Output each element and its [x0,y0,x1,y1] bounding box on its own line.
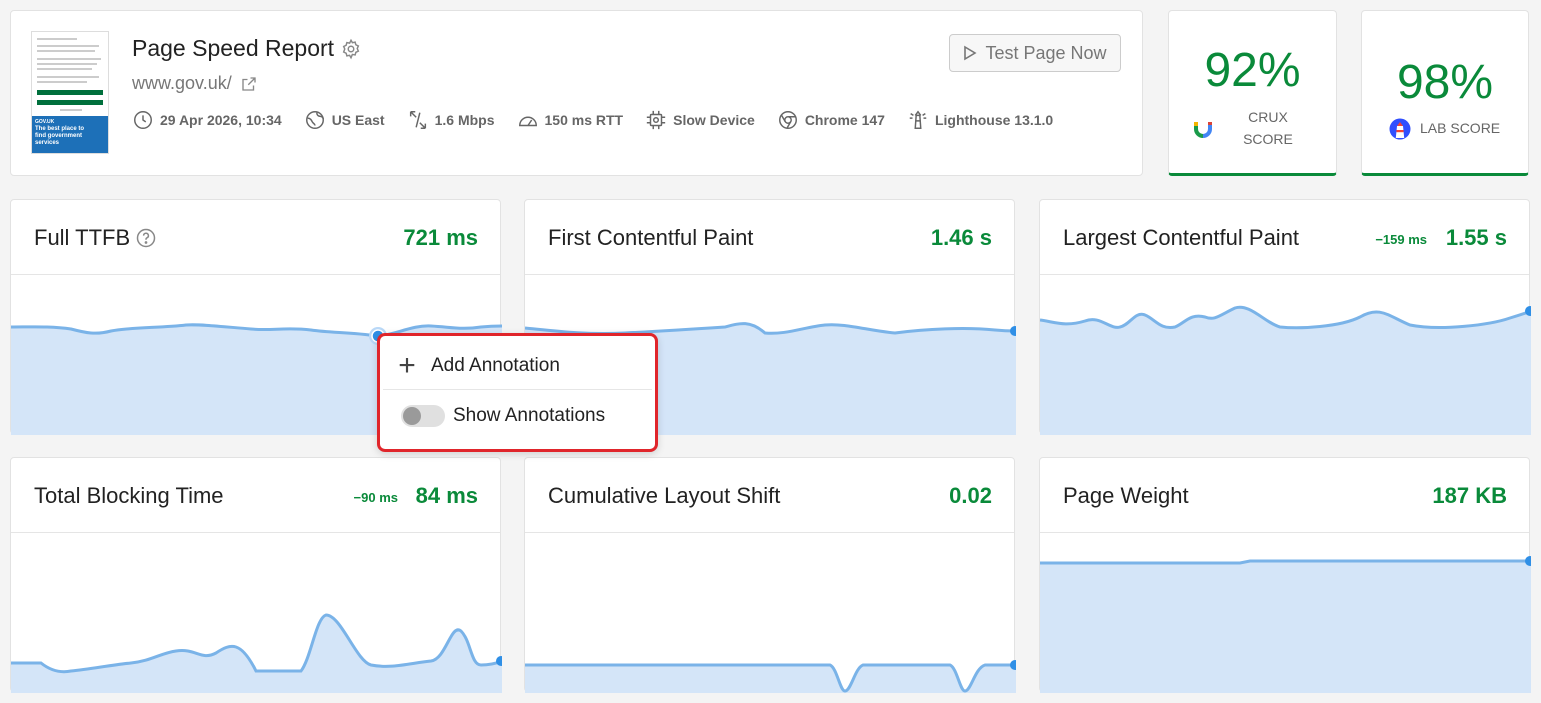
meta-date: 29 Apr 2026, 10:34 [132,109,282,131]
metric-value: 84 ms [415,483,478,508]
crux-score-label: CRUX SCORE [1243,109,1293,147]
gear-icon[interactable] [340,38,362,60]
show-annotations-menu-item[interactable]: Show Annotations [383,392,652,439]
clock-icon [134,111,152,129]
metric-value: 187 KB [1432,483,1507,508]
metric-card-lcp[interactable]: Largest Contentful Paint −159 ms 1.55 s [1039,199,1531,435]
plus-icon: + [398,349,416,382]
meta-location: US East [304,109,385,131]
thumbnail-headline: The best place to find government servic… [35,126,85,146]
page-url-text[interactable]: www.gov.uk/ [132,73,232,94]
cpu-icon [646,110,666,130]
crux-score-card[interactable]: 92% CRUX SCORE [1168,10,1337,176]
lighthouse-icon [909,110,927,129]
metric-delta: −90 ms [353,490,398,505]
lcp-chart[interactable] [1040,275,1531,435]
bandwidth-icon [409,111,426,129]
page-title-text: Page Speed Report [132,35,335,61]
cls-chart[interactable] [525,533,1016,693]
page-weight-chart[interactable] [1040,533,1531,693]
chart-context-menu: + Add Annotation Show Annotations [377,333,658,452]
metric-title: First Contentful Paint [548,225,754,250]
show-annotations-toggle[interactable] [401,404,445,427]
globe-icon [305,111,324,129]
metric-title: Cumulative Layout Shift [548,483,781,508]
thumbnail-logo: GOV.UK [35,119,55,125]
tbt-chart[interactable] [11,533,502,693]
lab-score-value: 98% [1396,56,1494,109]
metric-value: 1.55 s [1445,225,1507,250]
crux-score-value: 92% [1204,44,1301,97]
gauge-icon [518,116,537,127]
metric-value: 1.46 s [930,225,992,250]
lab-score-label: LAB SCORE [1420,120,1501,136]
metric-title: Total Blocking Time [34,483,224,508]
play-icon [964,45,978,61]
add-annotation-menu-item[interactable]: + Add Annotation [383,343,652,390]
help-icon[interactable] [136,228,156,248]
meta-device: Slow Device [645,109,755,131]
metric-value: 721 ms [403,225,478,250]
metric-card-tbt[interactable]: Total Blocking Time −90 ms 84 ms [10,457,502,693]
meta-browser: Chrome 147 [777,109,885,131]
external-link-icon[interactable] [240,75,258,93]
test-page-now-button[interactable]: Test Page Now [949,34,1121,72]
lab-score-card[interactable]: 98% LAB SCORE [1361,10,1529,176]
metric-title: Largest Contentful Paint [1063,225,1300,250]
meta-latency: 150 ms RTT [517,109,623,131]
metric-title: Page Weight [1063,483,1189,508]
chrome-icon [778,111,797,129]
metric-title: Full TTFB [34,225,156,251]
page-title: Page Speed Report [132,35,362,62]
meta-bandwidth: 1.6 Mbps [407,109,495,131]
metric-delta: −159 ms [1375,232,1427,247]
crux-logo-icon [1194,122,1212,138]
page-url[interactable]: www.gov.uk/ [132,73,258,94]
metric-value: 0.02 [949,483,992,508]
lighthouse-logo-icon [1389,118,1411,140]
metric-card-page-weight[interactable]: Page Weight 187 KB [1039,457,1531,693]
report-header: GOV.UK The best place to find government… [10,10,1143,176]
meta-lighthouse: Lighthouse 13.1.0 [907,109,1053,131]
test-settings-row: 29 Apr 2026, 10:34 US East 1.6 Mbps 150 … [132,109,1075,131]
page-thumbnail[interactable]: GOV.UK The best place to find government… [31,31,109,154]
metric-card-cls[interactable]: Cumulative Layout Shift 0.02 [524,457,1016,693]
